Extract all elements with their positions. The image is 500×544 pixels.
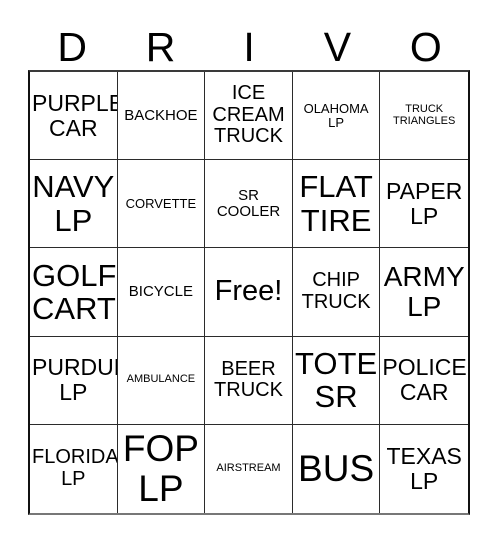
bingo-cell-label: CORVETTE [125, 195, 197, 211]
bingo-cell[interactable]: FOP LP [117, 424, 206, 513]
bingo-cell[interactable]: FLAT TIRE [292, 160, 381, 249]
bingo-cell-label: POLICE CAR [382, 354, 467, 406]
bingo-cell[interactable]: TRUCK TRIANGLES [380, 72, 468, 161]
bingo-cell[interactable]: ICE CREAM TRUCK [205, 72, 293, 161]
bingo-cell[interactable]: BICYCLE [117, 248, 206, 337]
bingo-card: D R I V O PURPLE CAR BACKHOE ICE CREAM TRUCK OL… [0, 0, 500, 544]
bingo-cell-label: ICE CREAM TRUCK [212, 82, 285, 148]
bingo-cell-label: TOTE SR [295, 345, 378, 415]
bingo-cell-label: FLORIDA LP [32, 446, 118, 490]
bingo-cell[interactable]: NAVY LP [30, 160, 118, 249]
bingo-cell-label: BACKHOE [124, 106, 198, 124]
bingo-header-letter-i: I [243, 24, 255, 70]
bingo-cell-label: PURDUE LP [32, 354, 117, 406]
bingo-header-letters: DRIVO [28, 14, 470, 70]
bingo-cell[interactable]: TOTE SR [292, 336, 381, 425]
bingo-cell-label: TRUCK TRIANGLES [393, 102, 456, 127]
bingo-cell[interactable]: OLAHOMA LP [292, 72, 381, 161]
bingo-cell-label: Free! [214, 275, 283, 308]
bingo-cell[interactable]: CHIP TRUCK [292, 248, 381, 337]
bingo-cell-label: BEER TRUCK [214, 357, 283, 402]
bingo-cell-label: GOLF CART [32, 257, 117, 326]
bingo-cell[interactable]: BACKHOE [117, 72, 206, 161]
bingo-header-letter-o: O [409, 24, 442, 70]
bingo-cell[interactable]: GOLF CART [30, 248, 118, 337]
bingo-cell-label: OLAHOMA LP [303, 100, 369, 130]
bingo-cell[interactable]: SR COOLER [205, 160, 293, 249]
bingo-header-letter-v: V [323, 24, 352, 70]
bingo-cell[interactable]: PAPER LP [380, 160, 468, 249]
bingo-cell-label: CHIP TRUCK [301, 269, 371, 313]
bingo-cell-label: AMBULANCE [126, 373, 196, 386]
bingo-cell-label: NAVY LP [32, 169, 115, 238]
bingo-header-letter-d: D [57, 24, 87, 70]
bingo-cell[interactable]: POLICE CAR [380, 336, 468, 425]
bingo-cell[interactable]: PURDUE LP [30, 336, 118, 425]
bingo-cell[interactable]: ARMY LP [380, 248, 468, 337]
bingo-cell-label: AIRSTREAM [216, 461, 281, 474]
bingo-header-letter-r: R [145, 24, 176, 70]
bingo-cell[interactable]: AIRSTREAM [205, 424, 293, 513]
bingo-cell[interactable]: CORVETTE [117, 160, 206, 249]
bingo-cell[interactable]: PURPLE CAR [30, 72, 118, 161]
bingo-cell[interactable]: BEER TRUCK [205, 336, 293, 425]
bingo-cell-label: BICYCLE [128, 282, 193, 300]
bingo-cell-label: FOP LP [122, 427, 199, 509]
bingo-cell-free[interactable]: Free! [205, 248, 293, 337]
bingo-cell[interactable]: BUS [292, 424, 381, 513]
bingo-cell-label: FLAT TIRE [299, 169, 373, 238]
bingo-cell-label: PURPLE CAR [32, 89, 118, 141]
bingo-cell[interactable]: TEXAS LP [380, 424, 468, 513]
bingo-cell-label: TEXAS LP [386, 443, 462, 494]
bingo-cell[interactable]: FLORIDA LP [30, 424, 118, 513]
bingo-cell[interactable]: AMBULANCE [117, 336, 206, 425]
bingo-cell-label: PAPER LP [386, 177, 463, 229]
bingo-cell-label: BUS [298, 447, 375, 489]
bingo-grid: PURPLE CAR BACKHOE ICE CREAM TRUCK OLAHOMA … [28, 70, 470, 515]
bingo-cell-label: ARMY LP [383, 260, 465, 322]
bingo-cell-label: SR COOLER [216, 186, 281, 220]
